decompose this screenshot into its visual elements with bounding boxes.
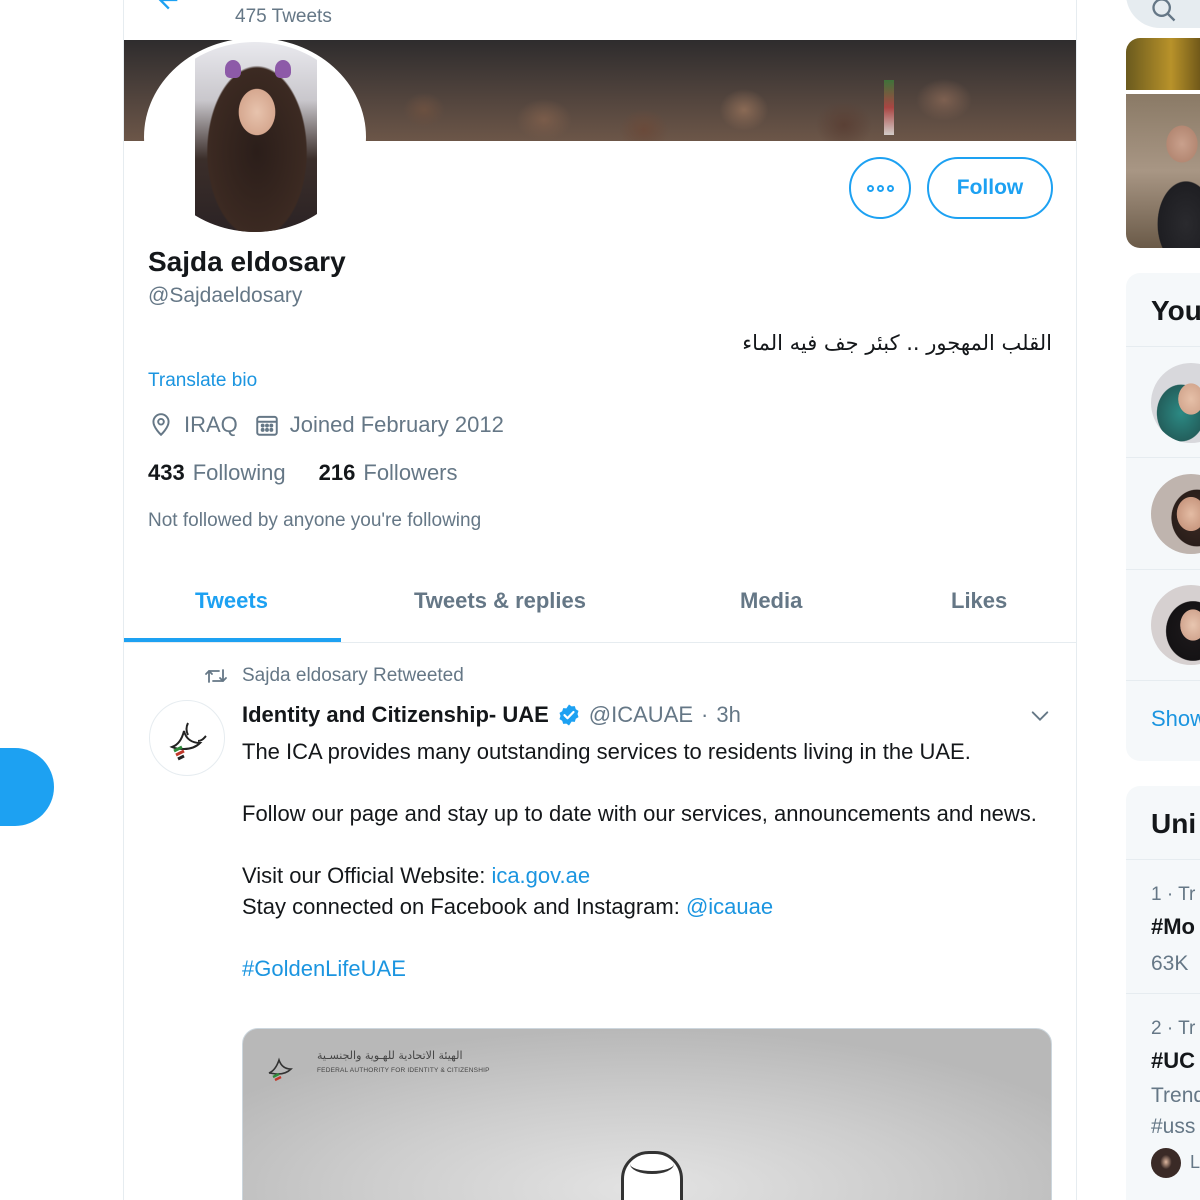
tab-likes[interactable]: Likes (951, 588, 1007, 614)
more-dot-icon (866, 184, 874, 192)
search-bar[interactable] (1126, 0, 1200, 28)
tab-tweets[interactable]: Tweets (195, 588, 268, 614)
profile-name: Sajda eldosary (148, 246, 346, 277)
chevron-down-icon[interactable] (1029, 705, 1051, 727)
following-stat[interactable]: 433 Following (148, 460, 286, 486)
profile-tabs: Tweets Tweets & replies Media Likes (124, 560, 1076, 643)
profile-handle: @Sajdaeldosary (148, 284, 303, 307)
mention-link[interactable]: @icauae (686, 894, 773, 919)
profile-header-bar: 475 Tweets (124, 0, 1076, 40)
follow-button[interactable]: Follow (927, 157, 1053, 219)
more-dot-icon (886, 184, 894, 192)
more-options-button[interactable] (849, 157, 911, 219)
trend-rank: 1 · Tr (1151, 884, 1196, 905)
cartoon-face-illustration (621, 1151, 683, 1200)
trend-tweet-count: 63K (1151, 952, 1189, 975)
retweet-context: Sajda eldosary Retweeted (204, 665, 464, 687)
media-english-caption: FEDERAL AUTHORITY FOR IDENTITY & CITIZEN… (317, 1067, 490, 1074)
trend-description: Trend (1151, 1084, 1200, 1107)
website-link[interactable]: ica.gov.ae (491, 863, 590, 888)
profile-joined-date: Joined February 2012 (289, 412, 504, 437)
profile-photos-preview[interactable] (1126, 38, 1200, 248)
show-more-link[interactable]: Show (1151, 706, 1200, 732)
profile-meta: IRAQ Joined February 2012 (148, 412, 504, 438)
compose-tweet-button[interactable] (0, 748, 54, 826)
following-count: 433 (148, 460, 185, 485)
trend-related-hashtag: #uss (1151, 1115, 1196, 1138)
retweet-icon (205, 669, 227, 683)
trend-hashtag[interactable]: #Mo (1151, 914, 1195, 940)
social-prefix: Stay connected on Facebook and Instagram… (242, 894, 686, 919)
tweet-text: The ICA provides many outstanding servic… (242, 736, 1052, 1015)
tweet-author-handle[interactable]: @ICAUAE (589, 702, 693, 728)
tweet-paragraph: #GoldenLifeUAE (242, 953, 1052, 984)
tweet-author-name[interactable]: Identity and Citizenship- UAE (242, 702, 549, 728)
profile-column: 475 Tweets Follow Sajda eldosary @Sajdae… (123, 0, 1077, 1200)
tweet-paragraph: Follow our page and stay up to date with… (242, 801, 1037, 826)
tweet-author-avatar[interactable] (149, 700, 225, 776)
retweeted-by-label: Sajda eldosary Retweeted (242, 665, 464, 686)
profile-bio: القلب المهجور .. كبئر جف فيه الماء (742, 331, 1052, 355)
trend-hashtag[interactable]: #UC (1151, 1048, 1195, 1074)
suggested-user-avatar[interactable] (1151, 585, 1200, 665)
calendar-icon (256, 415, 278, 436)
tweet-media-image[interactable]: الهيئة الاتحادية للهـوية والجنسـية FEDER… (242, 1028, 1052, 1200)
trends-card: Uni 1 · Tr #Mo 63K 2 · Tr #UC Trend #uss… (1126, 786, 1200, 1200)
search-icon (1152, 0, 1176, 22)
following-label: Following (192, 460, 286, 485)
profile-location: IRAQ (184, 412, 238, 437)
trends-title: Uni (1151, 808, 1197, 839)
suggested-user-avatar[interactable] (1151, 474, 1200, 554)
followers-stat[interactable]: 216 Followers (319, 460, 458, 486)
ica-logo-icon (268, 1057, 293, 1082)
more-dot-icon (876, 184, 884, 192)
you-might-like-title: You (1151, 295, 1200, 326)
tab-tweets-and-replies[interactable]: Tweets & replies (414, 588, 586, 614)
ica-falcon-logo-icon (169, 722, 207, 761)
trend-user-label: La (1190, 1152, 1200, 1172)
hashtag-link[interactable]: #GoldenLifeUAE (242, 956, 406, 981)
tab-media[interactable]: Media (740, 588, 802, 614)
trend-rank: 2 · Tr (1151, 1018, 1196, 1039)
verified-badge-icon (559, 704, 579, 726)
tweet-count: 475 Tweets (235, 6, 332, 27)
photo-thumbnail[interactable] (1126, 38, 1200, 90)
tweet-header: Identity and Citizenship- UAE @ICAUAE · … (242, 702, 741, 728)
tweet-timestamp[interactable]: 3h (716, 702, 740, 728)
suggested-user-avatar[interactable] (1151, 363, 1200, 443)
profile-stats: 433 Following 216 Followers (148, 460, 491, 486)
followers-label: Followers (363, 460, 458, 485)
you-might-like-card: You Show (1126, 273, 1200, 761)
tweet-paragraph: Visit our Official Website: ica.gov.ae (242, 860, 1052, 891)
trend-user-avatar (1151, 1148, 1181, 1178)
not-followed-notice: Not followed by anyone you're following (148, 510, 482, 531)
tweet-paragraph: The ICA provides many outstanding servic… (242, 739, 971, 764)
profile-avatar[interactable] (149, 42, 361, 232)
followers-count: 216 (318, 460, 356, 485)
location-pin-icon (152, 413, 170, 437)
active-tab-indicator (124, 638, 341, 642)
media-arabic-caption: الهيئة الاتحادية للهـوية والجنسـية (317, 1049, 463, 1062)
tweet-paragraph: Stay connected on Facebook and Instagram… (242, 891, 1052, 922)
back-arrow-icon[interactable] (154, 0, 182, 14)
website-prefix: Visit our Official Website: (242, 863, 492, 888)
separator-dot: · (701, 702, 709, 727)
photo-thumbnail[interactable] (1126, 94, 1200, 248)
translate-bio-link[interactable]: Translate bio (148, 370, 257, 392)
